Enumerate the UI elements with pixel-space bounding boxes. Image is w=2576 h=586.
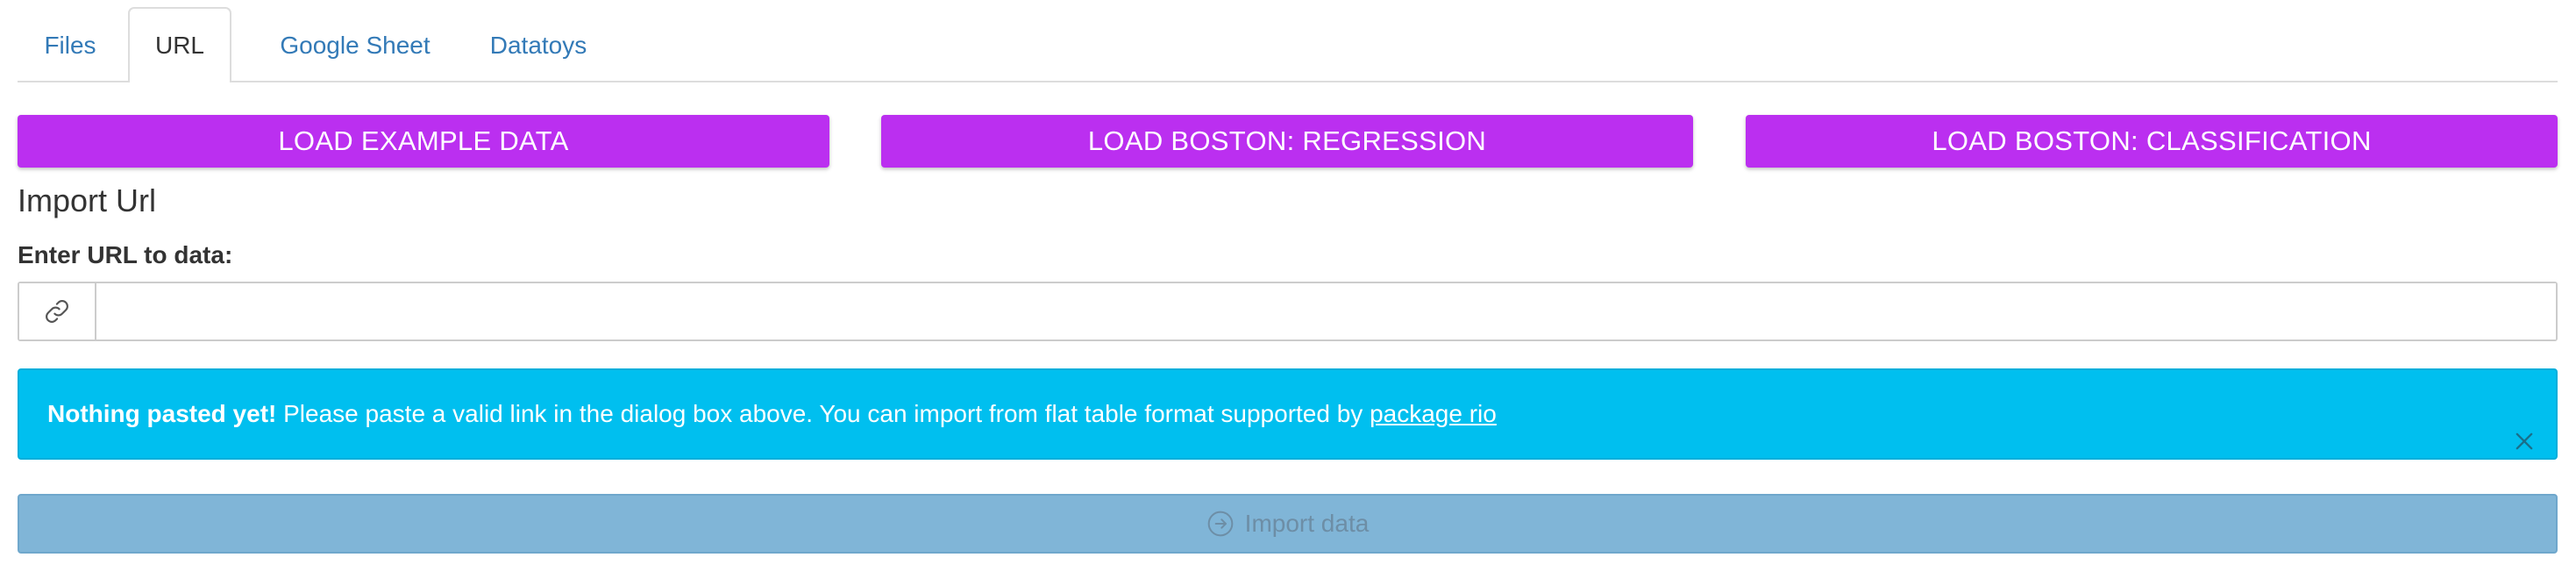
tab-url[interactable]: URL: [128, 7, 231, 82]
load-boston-classification-button[interactable]: LOAD BOSTON: CLASSIFICATION: [1746, 115, 2558, 168]
info-alert: Nothing pasted yet! Please paste a valid…: [18, 368, 2558, 460]
import-data-button[interactable]: Import data: [18, 494, 2558, 554]
link-icon: [19, 283, 96, 339]
load-boston-regression-button[interactable]: LOAD BOSTON: REGRESSION: [881, 115, 1693, 168]
tab-google-sheet[interactable]: Google Sheet: [240, 7, 470, 81]
tab-files[interactable]: Files: [18, 7, 123, 81]
tab-datatoys[interactable]: Datatoys: [468, 7, 608, 81]
close-icon[interactable]: [2512, 402, 2537, 450]
import-data-label: Import data: [1244, 510, 1370, 537]
url-import-panel: Files URL Google Sheet Datatoys LOAD EXA…: [18, 0, 2558, 554]
alert-strong-text: Nothing pasted yet!: [47, 400, 277, 427]
url-input-group: [18, 282, 2558, 341]
url-input[interactable]: [96, 283, 2556, 339]
tab-bar: Files URL Google Sheet Datatoys: [18, 0, 2558, 82]
load-example-data-button[interactable]: LOAD EXAMPLE DATA: [18, 115, 829, 168]
url-field-label: Enter URL to data:: [18, 241, 233, 268]
example-data-buttons: LOAD EXAMPLE DATA LOAD BOSTON: REGRESSIO…: [18, 115, 2558, 168]
arrow-circle-right-icon: [1206, 510, 1235, 538]
section-title: Import Url: [18, 182, 157, 218]
package-rio-link[interactable]: package rio: [1370, 400, 1497, 427]
alert-message: Please paste a valid link in the dialog …: [283, 400, 1363, 427]
